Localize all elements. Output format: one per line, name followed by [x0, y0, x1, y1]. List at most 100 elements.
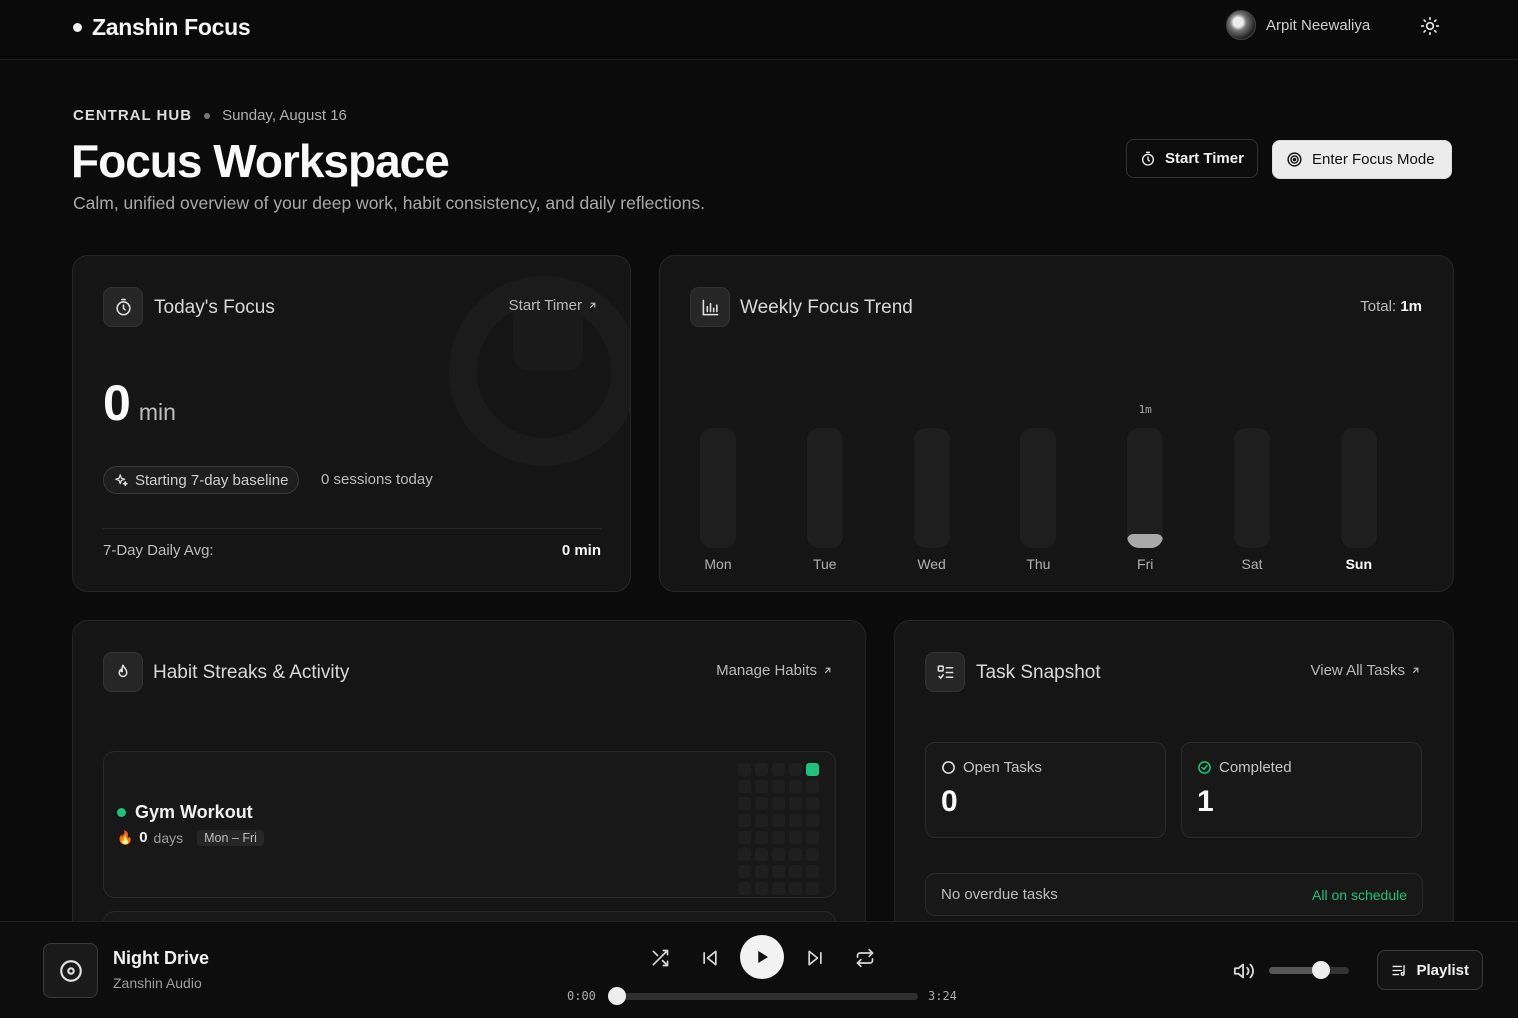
heatmap-cell	[772, 848, 785, 861]
checklist-icon	[937, 664, 953, 679]
x-tick-label: Wed	[917, 556, 946, 572]
x-tick-label: Sun	[1345, 556, 1373, 572]
overdue-text: No overdue tasks	[941, 886, 1058, 903]
completed-label-row: Completed	[1197, 759, 1292, 776]
heatmap-cell	[755, 814, 768, 827]
data-label: 1m	[1138, 403, 1152, 416]
play-button[interactable]	[740, 935, 784, 979]
music-player: Night Drive Zanshin Audio 0:00 3:24 Play…	[0, 921, 1518, 1018]
bar-track	[913, 428, 950, 548]
completed-tasks-stat[interactable]: Completed 1	[1181, 742, 1422, 838]
brand-name: Zanshin Focus	[92, 14, 251, 40]
heatmap-cell	[772, 882, 785, 895]
x-tick-label: Fri	[1137, 556, 1154, 572]
x-tick-label: Tue	[812, 556, 837, 572]
flame-icon	[118, 664, 128, 678]
habit-item[interactable]: Gym Workout 🔥 0 days Mon – Fri	[103, 751, 836, 898]
sparkles-icon	[115, 473, 128, 486]
heatmap-cell	[755, 848, 768, 861]
heatmap-cell	[772, 763, 785, 776]
heatmap-cell	[789, 814, 802, 827]
heatmap-cell	[806, 814, 819, 827]
bar-chart-icon	[702, 299, 718, 315]
skip-forward-icon	[808, 950, 822, 966]
next-button[interactable]	[802, 945, 828, 971]
playlist-button[interactable]: Playlist	[1377, 950, 1483, 990]
focus-card-icon-wrap	[103, 287, 143, 327]
shuffle-button[interactable]	[647, 945, 673, 971]
habit-meta: 🔥 0 days Mon – Fri	[117, 829, 264, 846]
track-artist: Zanshin Audio	[113, 975, 202, 991]
view-all-tasks-link-label: View All Tasks	[1310, 662, 1406, 679]
heatmap-cell	[806, 848, 819, 861]
top-bar: Zanshin Focus Arpit Neewaliya	[0, 0, 1518, 60]
album-art	[43, 943, 98, 998]
heatmap-cell	[772, 831, 785, 844]
playlist-label: Playlist	[1416, 961, 1469, 979]
focus-card-title: Today's Focus	[154, 297, 275, 318]
overdue-status: All on schedule	[1312, 887, 1407, 903]
bar-track	[806, 428, 843, 548]
check-circle-icon	[1198, 761, 1211, 774]
focus-start-timer-link-label: Start Timer	[508, 297, 582, 314]
arrow-up-right-icon	[589, 302, 596, 309]
enter-focus-mode-button[interactable]: Enter Focus Mode	[1272, 140, 1452, 179]
open-tasks-label-row: Open Tasks	[941, 759, 1042, 776]
completed-value: 1	[1197, 785, 1214, 818]
todays-focus-card: Today's Focus Start Timer 0 min Starting…	[72, 255, 631, 592]
user-name: Arpit Neewaliya	[1266, 16, 1371, 34]
heatmap-cell	[738, 865, 751, 878]
start-timer-button[interactable]: Start Timer	[1126, 139, 1258, 178]
heatmap-cell	[755, 763, 768, 776]
bar-track	[1340, 428, 1377, 548]
skip-back-icon	[703, 950, 717, 966]
user-menu[interactable]: Arpit Neewaliya	[1226, 10, 1370, 40]
volume-icon[interactable]	[1233, 960, 1255, 982]
progress-bar[interactable]	[608, 987, 918, 1005]
open-tasks-label: Open Tasks	[963, 759, 1042, 776]
theme-toggle-button[interactable]	[1418, 14, 1442, 38]
page-subtitle: Calm, unified overview of your deep work…	[73, 193, 705, 213]
heatmap-cell	[806, 831, 819, 844]
view-all-tasks-link[interactable]: View All Tasks	[1311, 662, 1422, 679]
heatmap-cell	[772, 797, 785, 810]
stopwatch-icon	[115, 298, 131, 315]
heatmap-cell	[789, 763, 802, 776]
track-title: Night Drive	[113, 948, 210, 968]
heatmap-cell	[738, 797, 751, 810]
open-tasks-stat[interactable]: Open Tasks 0	[925, 742, 1166, 838]
task-card-icon-wrap	[925, 652, 965, 692]
habit-schedule-badge: Mon – Fri	[197, 829, 264, 846]
heatmap-cell	[789, 780, 802, 793]
manage-habits-link[interactable]: Manage Habits	[716, 662, 833, 679]
weekly-trend-card: Weekly Focus Trend Total: 1m Mon Tue Wed Th…	[659, 255, 1454, 592]
progress-handle[interactable]	[608, 987, 626, 1005]
trend-total-label: Total:	[1360, 298, 1397, 315]
heatmap-cell	[755, 865, 768, 878]
heatmap-cell	[789, 882, 802, 895]
focus-mode-label: Enter Focus Mode	[1312, 151, 1435, 168]
heatmap-cell	[738, 831, 751, 844]
heatmap-cell	[806, 797, 819, 810]
habit-streaks-card: Habit Streaks & Activity Manage Habits G…	[72, 620, 866, 950]
heatmap-cell	[755, 780, 768, 793]
eyebrow-section: CENTRAL HUB	[73, 107, 193, 124]
volume-slider[interactable]	[1269, 961, 1349, 979]
heatmap-cell	[772, 814, 785, 827]
fire-icon: 🔥	[117, 829, 134, 845]
heatmap-cell	[789, 848, 802, 861]
previous-button[interactable]	[697, 945, 723, 971]
volume-handle[interactable]	[1312, 961, 1330, 979]
baseline-pill: Starting 7-day baseline	[103, 466, 300, 494]
habit-heatmap	[738, 763, 819, 897]
repeat-icon	[856, 948, 874, 968]
heatmap-cell	[738, 848, 751, 861]
repeat-button[interactable]	[852, 945, 878, 971]
habit-card-title: Habit Streaks & Activity	[153, 662, 350, 683]
bar[interactable]	[1127, 534, 1164, 548]
focus-start-timer-link[interactable]: Start Timer	[509, 297, 598, 314]
brand[interactable]: Zanshin Focus	[73, 14, 251, 41]
task-card-title: Task Snapshot	[976, 662, 1101, 683]
eyebrow: CENTRAL HUB Sunday, August 16	[73, 107, 347, 124]
heatmap-cell	[789, 831, 802, 844]
